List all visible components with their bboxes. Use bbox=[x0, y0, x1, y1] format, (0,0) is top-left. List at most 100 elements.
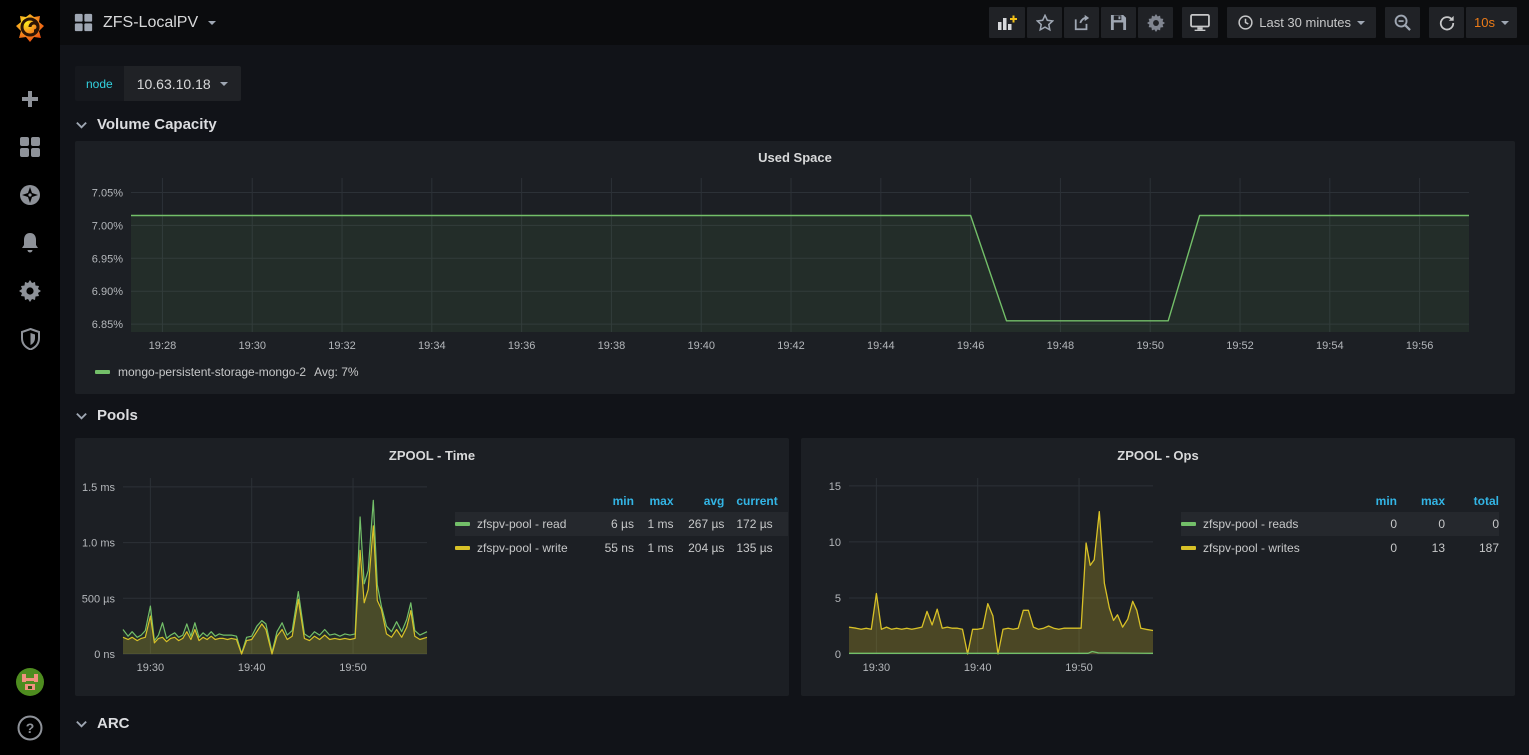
chevron-down-icon bbox=[75, 118, 88, 131]
dashboard-title-button[interactable]: ZFS-LocalPV bbox=[74, 13, 216, 32]
svg-text:19:28: 19:28 bbox=[149, 340, 177, 352]
time-range-picker[interactable]: Last 30 minutes bbox=[1227, 7, 1376, 38]
legend-header-max[interactable]: max bbox=[634, 490, 674, 512]
legend-header-max[interactable]: max bbox=[1397, 490, 1445, 512]
refresh-button[interactable] bbox=[1429, 7, 1464, 38]
zpool-ops-chart: 19:3019:4019:50051015 bbox=[801, 468, 1169, 682]
create-plus-icon[interactable] bbox=[19, 88, 41, 110]
cycle-view-mode-button[interactable] bbox=[1182, 7, 1218, 38]
series-name[interactable]: zfspv-pool - reads bbox=[1203, 517, 1298, 531]
dashboard-settings-button[interactable] bbox=[1138, 7, 1173, 38]
svg-text:?: ? bbox=[26, 720, 35, 736]
svg-text:7.00%: 7.00% bbox=[92, 220, 123, 232]
legend-header-avg[interactable]: avg bbox=[674, 490, 725, 512]
alerting-bell-icon[interactable] bbox=[19, 232, 41, 254]
dashboards-icon[interactable] bbox=[19, 136, 41, 158]
panel-title-zpool-ops[interactable]: ZPOOL - Ops bbox=[801, 444, 1515, 468]
svg-text:19:38: 19:38 bbox=[598, 340, 626, 352]
chevron-down-icon bbox=[75, 717, 88, 730]
legend-avg: 267 µs bbox=[674, 512, 725, 536]
legend-row-write: zfspv-pool - write 55 ns 1 ms 204 µs 135… bbox=[455, 536, 788, 560]
variable-node-value: 10.63.10.18 bbox=[137, 76, 211, 92]
section-volume-capacity[interactable]: Volume Capacity bbox=[75, 107, 1515, 141]
svg-text:19:32: 19:32 bbox=[328, 340, 356, 352]
share-dashboard-button[interactable] bbox=[1064, 7, 1099, 38]
legend-min: 55 ns bbox=[591, 536, 634, 560]
refresh-interval-picker[interactable]: 10s bbox=[1466, 7, 1517, 38]
svg-text:19:52: 19:52 bbox=[1226, 340, 1254, 352]
section-title: Volume Capacity bbox=[97, 116, 217, 133]
legend-row-writes: zfspv-pool - writes 0 13 187 bbox=[1181, 536, 1499, 560]
series-name[interactable]: zfspv-pool - write bbox=[477, 541, 568, 555]
variable-node-dropdown[interactable]: 10.63.10.18 bbox=[124, 66, 241, 101]
add-panel-button[interactable] bbox=[989, 7, 1025, 38]
refresh-interval-label: 10s bbox=[1474, 15, 1495, 30]
series-name[interactable]: zfspv-pool - writes bbox=[1203, 541, 1300, 555]
refresh-icon bbox=[1439, 15, 1455, 31]
share-icon bbox=[1073, 14, 1091, 31]
svg-text:19:56: 19:56 bbox=[1406, 340, 1434, 352]
grafana-logo[interactable] bbox=[0, 0, 60, 56]
svg-text:19:30: 19:30 bbox=[238, 340, 266, 352]
svg-text:15: 15 bbox=[829, 481, 841, 493]
section-arc[interactable]: ARC bbox=[75, 706, 1515, 740]
side-menu: ? bbox=[0, 0, 60, 755]
used-space-chart: 19:2819:3019:3219:3419:3619:3819:4019:42… bbox=[81, 170, 1509, 360]
svg-text:19:30: 19:30 bbox=[863, 662, 891, 674]
star-icon bbox=[1036, 14, 1054, 32]
svg-text:0 ns: 0 ns bbox=[94, 649, 115, 661]
legend-min: 0 bbox=[1341, 536, 1397, 560]
legend-row-read: zfspv-pool - read 6 µs 1 ms 267 µs 172 µ… bbox=[455, 512, 788, 536]
legend-header-total[interactable]: total bbox=[1445, 490, 1499, 512]
dashboard-title: ZFS-LocalPV bbox=[103, 14, 198, 32]
star-dashboard-button[interactable] bbox=[1027, 7, 1062, 38]
variable-node-label: node bbox=[75, 66, 124, 101]
series-swatch bbox=[455, 546, 470, 550]
legend-current: 135 µs bbox=[724, 536, 788, 560]
series-name[interactable]: zfspv-pool - read bbox=[477, 517, 566, 531]
chevron-down-icon bbox=[75, 409, 88, 422]
series-name[interactable]: mongo-persistent-storage-mongo-2 bbox=[118, 365, 306, 379]
top-navbar: ZFS-LocalPV bbox=[60, 0, 1529, 45]
legend-avg: 204 µs bbox=[674, 536, 725, 560]
panel-title-used-space[interactable]: Used Space bbox=[81, 146, 1509, 170]
caret-down-icon bbox=[1501, 21, 1509, 25]
caret-down-icon bbox=[220, 82, 228, 86]
svg-text:19:44: 19:44 bbox=[867, 340, 895, 352]
legend-header-min[interactable]: min bbox=[591, 490, 634, 512]
legend-header-min[interactable]: min bbox=[1341, 490, 1397, 512]
zpool-time-panel: ZPOOL - Time 19:3019:4019:500 ns500 µs1.… bbox=[75, 438, 789, 696]
legend-current: 172 µs bbox=[724, 512, 788, 536]
clock-icon bbox=[1238, 15, 1253, 30]
legend-header-current[interactable]: current bbox=[724, 490, 788, 512]
svg-text:19:50: 19:50 bbox=[1065, 662, 1093, 674]
series-swatch bbox=[455, 522, 470, 526]
configuration-gear-icon[interactable] bbox=[19, 280, 41, 302]
save-icon bbox=[1110, 14, 1127, 31]
panel-title-zpool-time[interactable]: ZPOOL - Time bbox=[75, 444, 789, 468]
explore-compass-icon[interactable] bbox=[19, 184, 41, 206]
svg-text:6.90%: 6.90% bbox=[92, 286, 123, 298]
legend-max: 0 bbox=[1397, 512, 1445, 536]
zoom-out-icon bbox=[1394, 14, 1411, 31]
svg-text:19:36: 19:36 bbox=[508, 340, 536, 352]
svg-text:19:50: 19:50 bbox=[1136, 340, 1164, 352]
section-title: Pools bbox=[97, 407, 138, 424]
section-pools[interactable]: Pools bbox=[75, 398, 1515, 432]
cycle-view-monitor-icon bbox=[1190, 14, 1210, 31]
user-avatar[interactable] bbox=[15, 667, 45, 697]
svg-text:19:34: 19:34 bbox=[418, 340, 446, 352]
add-panel-icon bbox=[997, 15, 1017, 31]
server-admin-shield-icon[interactable] bbox=[19, 328, 41, 350]
legend-min: 6 µs bbox=[591, 512, 634, 536]
apps-grid-icon bbox=[74, 13, 93, 32]
zoom-out-button[interactable] bbox=[1385, 7, 1420, 38]
help-icon[interactable]: ? bbox=[17, 715, 43, 741]
series-swatch bbox=[95, 370, 110, 374]
save-dashboard-button[interactable] bbox=[1101, 7, 1136, 38]
settings-gear-icon bbox=[1147, 14, 1165, 32]
used-space-legend: mongo-persistent-storage-mongo-2 Avg: 7% bbox=[81, 360, 1509, 379]
svg-text:500 µs: 500 µs bbox=[82, 593, 116, 605]
svg-text:10: 10 bbox=[829, 537, 841, 549]
zpool-time-legend: min max avg current zfspv-pool - read 6 … bbox=[455, 490, 788, 682]
